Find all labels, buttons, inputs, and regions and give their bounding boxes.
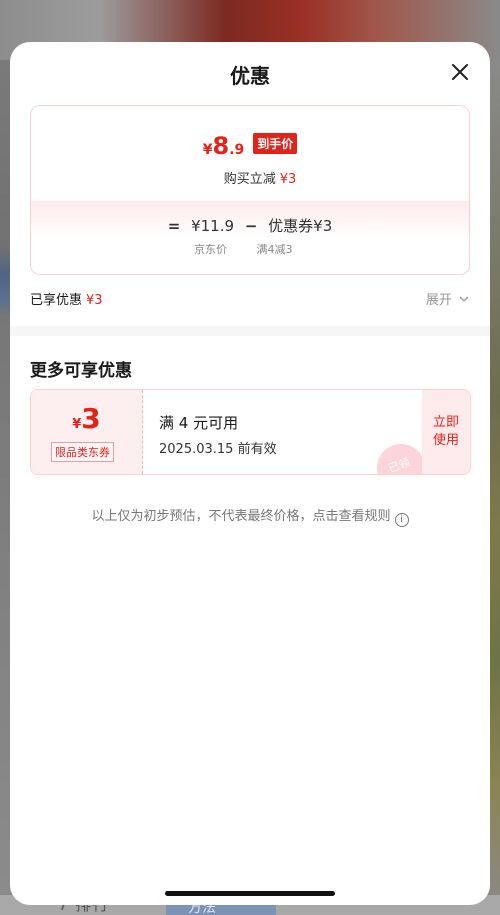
enjoyed-amount: ¥3	[86, 293, 103, 308]
price-decimal: .9	[229, 142, 245, 158]
reduction-label: 购买立减	[223, 172, 276, 187]
final-price-section: ¥8.9 到手价 购买立减 ¥3	[31, 106, 469, 201]
enjoyed-discount: 已享优惠 ¥3	[30, 289, 103, 308]
price-formula: = ¥11.9 − 优惠券¥3	[31, 215, 469, 236]
coupon-condition: 满 4 元可用	[159, 414, 239, 432]
claimed-stamp-text: 已领	[386, 455, 412, 475]
home-indicator	[165, 891, 335, 896]
price-integer: 8	[212, 132, 230, 160]
sheet-title: 优惠	[230, 64, 270, 88]
coupon-value-section: ¥3 限品类东券	[31, 390, 143, 474]
close-icon[interactable]	[448, 60, 472, 84]
coupon-amount: ¥3	[31, 402, 142, 435]
coupon-rule-label: 满4减3	[256, 243, 293, 256]
use-now-label: 立即使用	[432, 415, 459, 448]
final-price-card: ¥8.9 到手价 购买立减 ¥3 = ¥11.9 − 优惠券¥3 京东价 满4减3	[30, 105, 470, 275]
reduction-amount: ¥3	[279, 172, 297, 187]
final-price-tag: 到手价	[253, 133, 298, 154]
discount-sheet: 优惠 ¥8.9 到手价 购买立减 ¥3 = ¥11.9 − 优惠券¥3 京东价 满	[10, 42, 490, 905]
expand-label: 展开	[425, 293, 452, 308]
coupon-value: 3	[81, 402, 101, 435]
info-icon[interactable]: i	[394, 513, 409, 527]
disclaimer[interactable]: 以上仅为初步预估，不代表最终价格，点击查看规则 i	[10, 505, 490, 527]
minus-sign: −	[244, 217, 258, 235]
section-divider	[10, 326, 490, 336]
expand-button[interactable]: 展开	[426, 289, 470, 308]
final-price: ¥8.9 到手价	[31, 132, 469, 162]
use-now-button[interactable]: 立即使用	[422, 390, 470, 474]
sheet-header: 优惠	[10, 42, 490, 104]
coupon-currency: ¥	[72, 417, 82, 432]
breakdown-labels: 京东价 满4减3	[194, 241, 319, 257]
enjoyed-label: 已享优惠	[30, 293, 83, 308]
original-price-label: 京东价	[194, 243, 227, 256]
more-discounts-title: 更多可享优惠	[30, 361, 132, 381]
coupon-validity: 2025.03.15 前有效	[159, 442, 277, 457]
price-currency: ¥	[202, 142, 213, 158]
coupon-type-badge: 限品类东券	[51, 442, 114, 462]
coupon-deduction: 优惠券¥3	[268, 217, 333, 235]
disclaimer-text: 以上仅为初步预估，不代表最终价格，点击查看规则	[91, 509, 391, 524]
chevron-down-icon	[459, 296, 469, 302]
original-price: ¥11.9	[191, 217, 235, 235]
coupon-card: ¥3 限品类东券 满 4 元可用 2025.03.15 前有效 已领 立即使用	[30, 389, 471, 475]
equals-sign: =	[167, 217, 181, 235]
price-breakdown: = ¥11.9 − 优惠券¥3 京东价 满4减3	[31, 201, 469, 274]
instant-reduction: 购买立减 ¥3	[31, 168, 469, 187]
